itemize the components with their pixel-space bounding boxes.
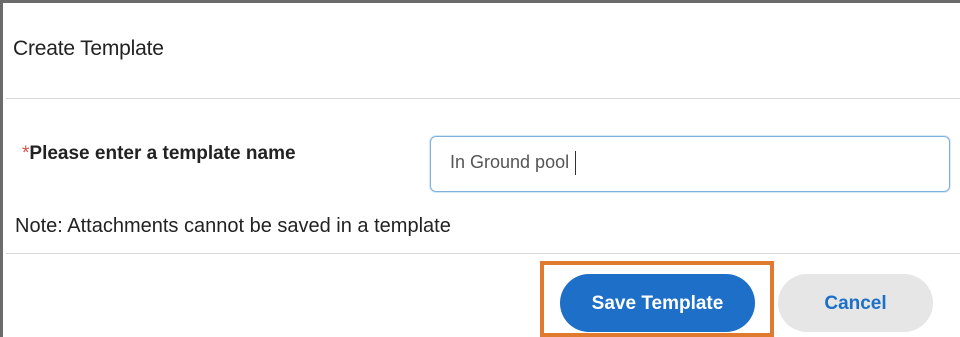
header-divider xyxy=(6,98,960,99)
cancel-button[interactable]: Cancel xyxy=(778,274,933,332)
template-name-label-text: Please enter a template name xyxy=(29,143,296,164)
template-name-value-text: In Ground pool xyxy=(450,151,570,172)
save-template-button[interactable]: Save Template xyxy=(560,274,755,332)
create-template-dialog: Create Template *Please enter a template… xyxy=(0,0,960,337)
attachments-note: Note: Attachments cannot be saved in a t… xyxy=(15,215,451,237)
text-caret xyxy=(575,151,577,175)
footer-divider xyxy=(6,253,960,254)
template-name-label: *Please enter a template name xyxy=(22,143,296,165)
template-name-value: In Ground pool xyxy=(450,151,577,175)
dialog-title: Create Template xyxy=(13,37,164,60)
